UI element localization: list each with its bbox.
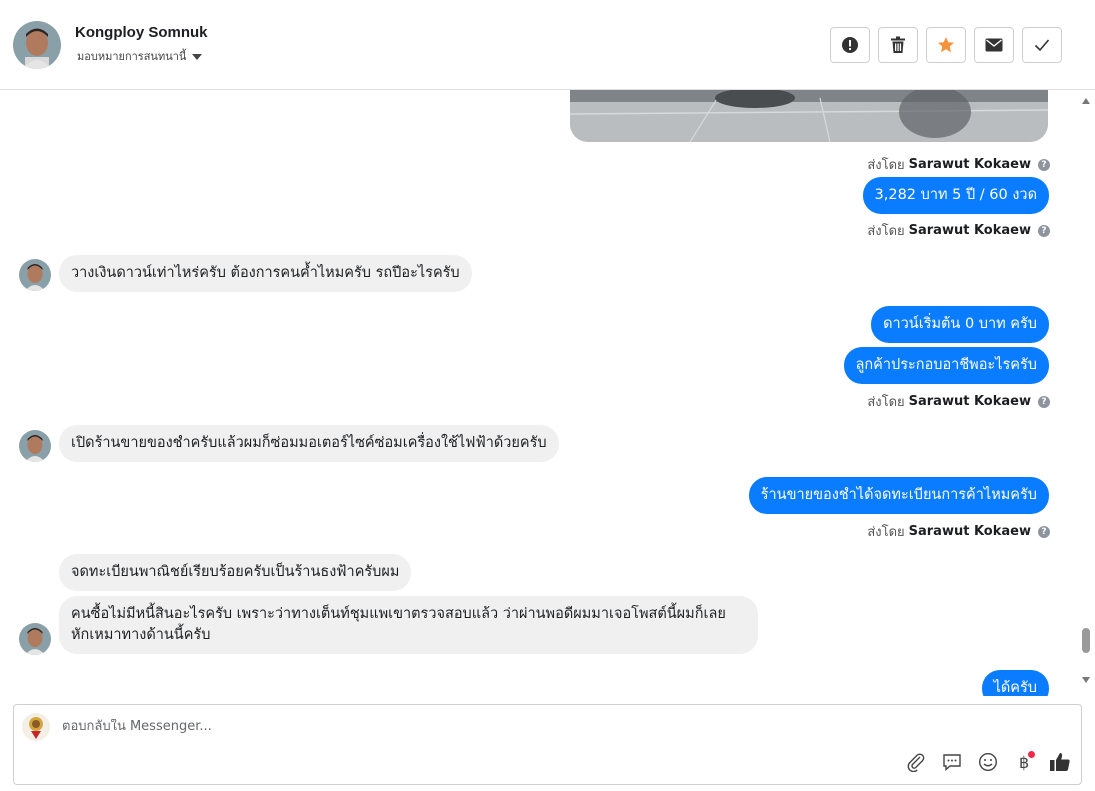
conversation-header: Kongploy Somnuk มอบหมายการสนทนานี้ — [0, 0, 1095, 90]
emoji-button[interactable] — [977, 751, 999, 773]
delete-button[interactable] — [878, 27, 918, 63]
sent-by-label: ส่งโดย Sarawut Kokaew? — [867, 521, 1050, 542]
mark-spam-button[interactable] — [830, 27, 870, 63]
contact-avatar[interactable] — [19, 259, 51, 291]
outgoing-message[interactable]: ลูกค้าประกอบอาชีพอะไรครับ — [843, 347, 1049, 384]
help-icon[interactable]: ? — [1038, 224, 1050, 237]
contact-name[interactable]: Kongploy Somnuk — [75, 24, 208, 41]
outgoing-message[interactable]: ได้ครับ — [981, 670, 1049, 696]
notification-dot — [1028, 751, 1035, 758]
attach-button[interactable] — [905, 751, 927, 773]
help-icon[interactable]: ? — [1038, 525, 1050, 538]
scroll-thumb[interactable] — [1082, 628, 1090, 653]
thread-scrollbar[interactable] — [1078, 90, 1095, 696]
alert-icon — [842, 37, 858, 53]
payment-button[interactable]: ฿ — [1013, 751, 1035, 773]
shared-photo[interactable] — [570, 90, 1048, 142]
agent-name: Sarawut Kokaew — [908, 157, 1031, 172]
chat-bubble-icon — [943, 754, 961, 772]
sent-by-label: ส่งโดย Sarawut Kokaew? — [867, 154, 1050, 175]
sent-by-label: ส่งโดย Sarawut Kokaew? — [867, 220, 1050, 241]
reply-input[interactable] — [62, 719, 862, 734]
star-icon — [938, 37, 954, 53]
agent-name: Sarawut Kokaew — [908, 223, 1031, 238]
outgoing-message[interactable]: ร้านขายของชำได้จดทะเบียนการค้าไหมครับ — [748, 477, 1049, 514]
incoming-message[interactable]: วางเงินดาวน์เท่าไหร่ครับ ต้องการคนค้ำไหม… — [59, 255, 472, 292]
outgoing-message[interactable]: ดาวน์เริ่มต้น 0 บาท ครับ — [871, 306, 1049, 343]
sent-by-label: ส่งโดย Sarawut Kokaew? — [867, 391, 1050, 412]
smiley-icon — [978, 752, 998, 772]
check-icon — [1034, 39, 1050, 52]
thumbs-up-icon — [1050, 753, 1070, 771]
outgoing-message[interactable]: 3,282 บาท 5 ปี / 60 งวด — [862, 177, 1049, 214]
chevron-down-icon — [192, 54, 203, 60]
mark-unread-button[interactable] — [974, 27, 1014, 63]
incoming-message[interactable]: คนซื้อไม่มีหนี้สินอะไรครับ เพราะว่าทางเต… — [59, 596, 758, 654]
mark-done-button[interactable] — [1022, 27, 1062, 63]
contact-avatar[interactable] — [19, 430, 51, 462]
page-avatar — [22, 713, 50, 741]
incoming-message[interactable]: เปิดร้านขายของชำครับแล้วผมก็ซ่อมมอเตอร์ไ… — [59, 425, 559, 462]
agent-name: Sarawut Kokaew — [908, 394, 1031, 409]
help-icon[interactable]: ? — [1038, 158, 1050, 171]
like-button[interactable] — [1049, 751, 1071, 773]
help-icon[interactable]: ? — [1038, 395, 1050, 408]
composer-tools: ฿ — [905, 751, 1071, 773]
trash-icon — [891, 36, 905, 53]
envelope-icon — [985, 38, 1003, 52]
star-button[interactable] — [926, 27, 966, 63]
header-actions — [830, 27, 1062, 63]
scroll-up-arrow-icon[interactable] — [1082, 98, 1090, 104]
reply-composer: ฿ — [13, 704, 1082, 785]
assign-conversation-dropdown[interactable]: มอบหมายการสนทนานี้ — [77, 47, 203, 65]
incoming-message[interactable]: จดทะเบียนพาณิชย์เรียบร้อยครับเป็นร้านธงฟ… — [59, 554, 412, 591]
agent-name: Sarawut Kokaew — [908, 524, 1031, 539]
paperclip-icon — [907, 753, 925, 772]
contact-avatar[interactable] — [13, 21, 61, 69]
assign-label: มอบหมายการสนทนานี้ — [77, 50, 187, 63]
contact-avatar[interactable] — [19, 623, 51, 655]
message-thread[interactable]: ส่งโดย Sarawut Kokaew? 3,282 บาท 5 ปี / … — [0, 90, 1078, 696]
scroll-down-arrow-icon[interactable] — [1082, 677, 1090, 683]
saved-replies-button[interactable] — [941, 751, 963, 773]
